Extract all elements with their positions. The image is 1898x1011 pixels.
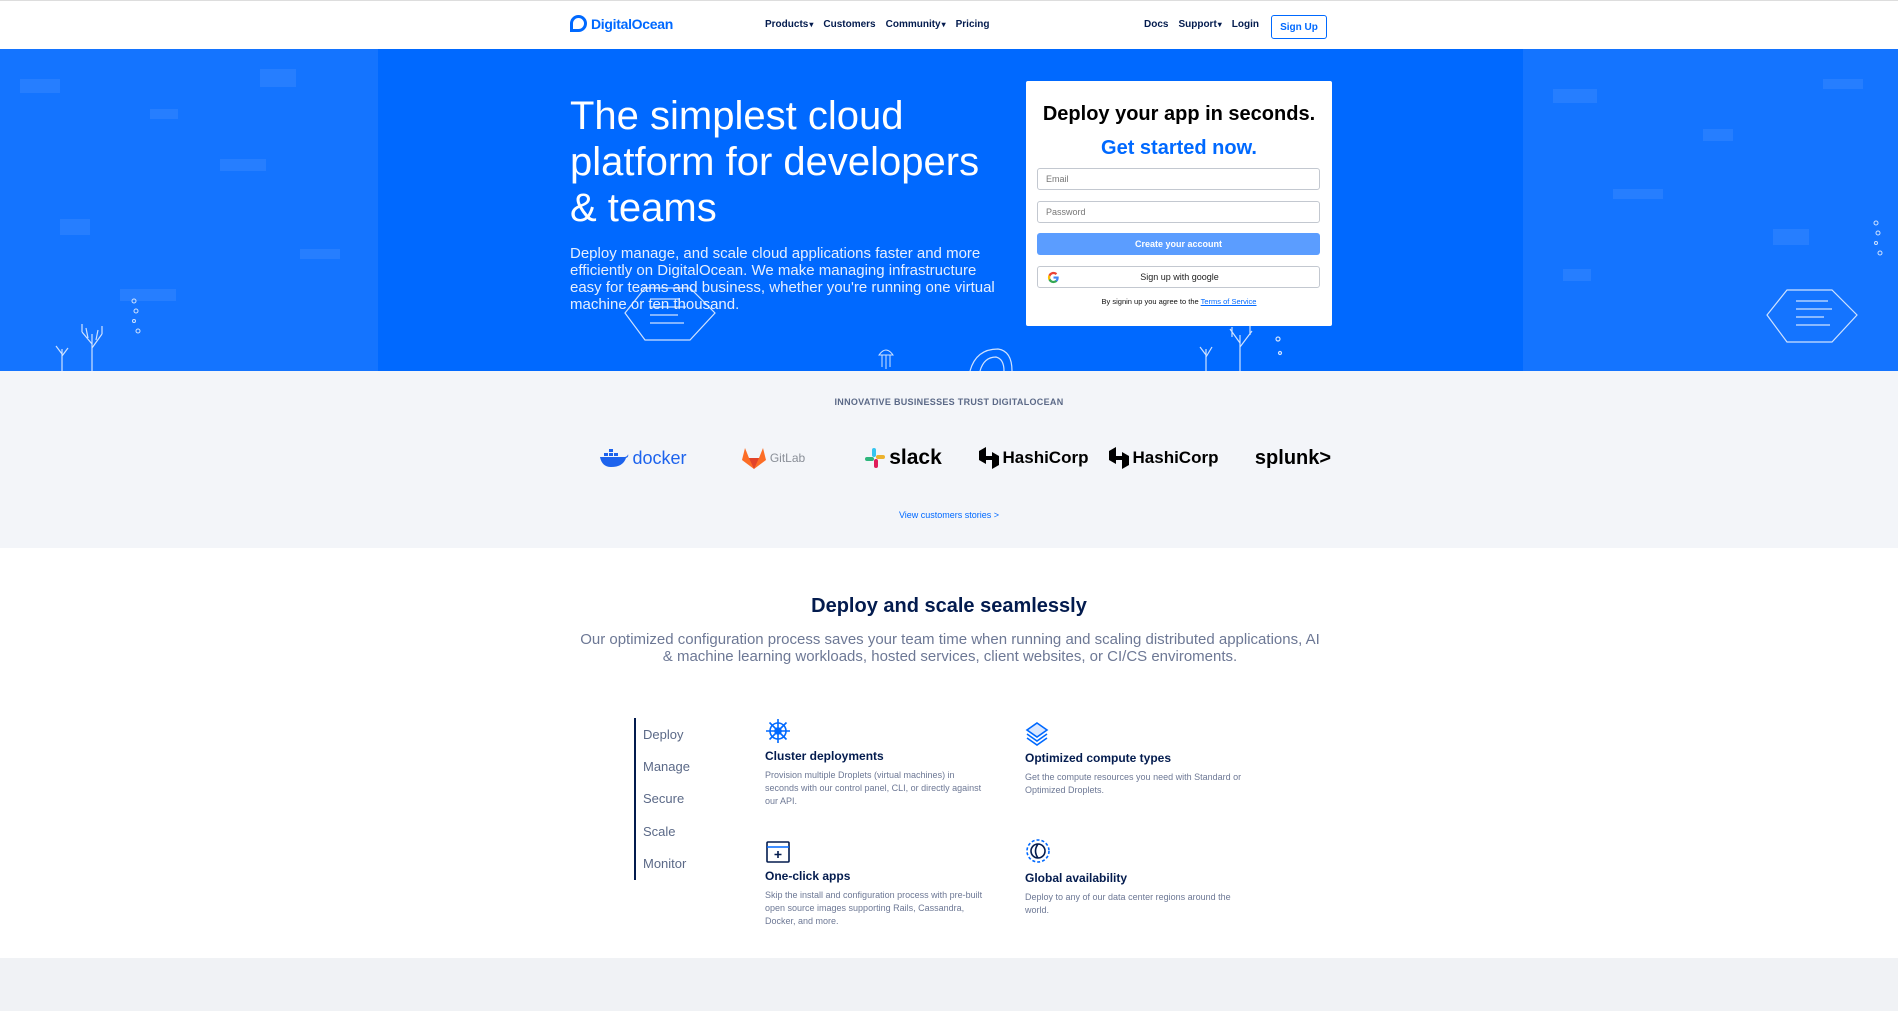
terms-text: By signin up you agree to the — [1101, 297, 1199, 306]
secondary-nav: Docs Support▾ Login — [1144, 19, 1259, 30]
splunk-logo-text: splunk> — [1254, 446, 1332, 469]
trust-title: INNOVATIVE BUSINESSES TRUST DIGITALOCEAN — [834, 397, 1064, 407]
docker-whale-icon — [600, 449, 629, 467]
tabs-indicator-line — [634, 718, 636, 880]
create-account-button[interactable]: Create your account — [1037, 233, 1320, 255]
stacked-layers-icon — [1025, 722, 1049, 746]
feature-description: Skip the install and configuration proce… — [765, 890, 983, 926]
hero-title: The simplest cloud platform for develope… — [570, 94, 980, 230]
docker-logo: docker — [578, 443, 708, 473]
gitlab-logo-text: GitLab — [769, 451, 806, 465]
gitlab-logo: GitLab — [708, 443, 838, 473]
docker-logo-text: docker — [632, 447, 687, 468]
diver-helmet-icon — [969, 348, 1013, 371]
nav-pricing[interactable]: Pricing — [956, 19, 990, 30]
hashicorp-logo-text: HashiCorp — [1002, 448, 1089, 467]
slack-logo: slack — [838, 443, 968, 473]
trusted-by-section: INNOVATIVE BUSINESSES TRUST DIGITALOCEAN… — [0, 371, 1898, 548]
deploy-section-title: Deploy and scale seamlessly — [811, 595, 1087, 617]
hashicorp-mark-icon — [978, 447, 999, 469]
feature-title: One-click apps — [765, 869, 851, 883]
primary-nav: Products▾ Customers Community▾ Pricing — [765, 19, 990, 30]
view-customer-stories-link[interactable]: View customers stories > — [0, 510, 1898, 520]
jellyfish-icon — [878, 349, 894, 369]
form-subtitle: Get started now. — [1101, 137, 1257, 159]
helm-wheel-icon — [766, 719, 790, 743]
terms-of-service-link[interactable]: Terms of Service — [1201, 297, 1257, 306]
email-input[interactable] — [1037, 168, 1320, 190]
nav-products[interactable]: Products▾ — [765, 19, 813, 30]
form-title: Deploy your app in seconds. — [1042, 103, 1316, 125]
chevron-down-icon: ▾ — [1217, 20, 1222, 29]
hashicorp-logo: HashiCorp — [968, 443, 1098, 473]
terms-notice: By signin up you agree to the Terms of S… — [1026, 297, 1332, 306]
logo-text: DigitalOcean — [591, 15, 673, 32]
deploy-section-description: Our optimized configuration process save… — [580, 631, 1320, 665]
fish-illustration-right — [1766, 289, 1858, 343]
nav-signup-button[interactable]: Sign Up — [1271, 15, 1327, 39]
nav-docs[interactable]: Docs — [1144, 19, 1168, 30]
hero-subtitle: Deploy manage, and scale cloud applicati… — [570, 245, 995, 313]
coral-illustration-left — [55, 324, 103, 371]
app-window-plus-icon — [766, 841, 790, 863]
digitalocean-logo-icon — [570, 15, 587, 32]
password-input[interactable] — [1037, 201, 1320, 223]
feature-title: Cluster deployments — [765, 749, 884, 763]
feature-description: Provision multiple Droplets (virtual mac… — [765, 770, 982, 806]
google-signup-label: Sign up with google — [1140, 272, 1219, 282]
signup-form-card: Deploy your app in seconds. Get started … — [1026, 81, 1332, 326]
google-signup-button[interactable]: Sign up with google — [1037, 266, 1320, 288]
hashicorp-mark-icon — [1108, 447, 1129, 469]
hashicorp-logo-text: HashiCorp — [1132, 448, 1219, 467]
nav-login[interactable]: Login — [1232, 19, 1259, 30]
tab-manage[interactable]: Manage — [643, 759, 690, 774]
customer-logos: docker GitLab slack HashiCorp HashiCorp … — [578, 443, 1358, 473]
chevron-down-icon: ▾ — [809, 20, 814, 29]
slack-hash-icon — [865, 448, 886, 468]
tab-monitor[interactable]: Monitor — [643, 856, 686, 871]
slack-logo-text: slack — [889, 446, 942, 469]
tab-scale[interactable]: Scale — [643, 824, 676, 839]
nav-customers[interactable]: Customers — [823, 19, 875, 30]
nav-community[interactable]: Community▾ — [886, 19, 946, 30]
globe-icon — [1026, 839, 1050, 863]
bubbles-icon — [131, 298, 141, 334]
tab-deploy[interactable]: Deploy — [643, 727, 683, 742]
feature-description: Deploy to any of our data center regions… — [1025, 892, 1231, 915]
top-navbar: DigitalOcean Products▾ Customers Communi… — [0, 0, 1898, 49]
feature-title: Global availability — [1025, 871, 1128, 885]
hero-section: The simplest cloud platform for develope… — [0, 49, 1898, 371]
splunk-logo: splunk> — [1228, 443, 1358, 473]
chevron-down-icon: ▾ — [941, 20, 946, 29]
gitlab-fox-icon — [741, 448, 766, 469]
nav-support[interactable]: Support▾ — [1178, 19, 1221, 30]
next-section-band — [0, 958, 1898, 1011]
bubbles-icon — [1873, 220, 1883, 256]
coral-illustration-right — [1199, 325, 1283, 371]
tab-secure[interactable]: Secure — [643, 791, 684, 806]
feature-description: Get the compute resources you need with … — [1025, 772, 1242, 795]
feature-title: Optimized compute types — [1025, 751, 1172, 765]
hashicorp-logo: HashiCorp — [1098, 443, 1228, 473]
digitalocean-logo[interactable]: DigitalOcean — [570, 15, 673, 32]
